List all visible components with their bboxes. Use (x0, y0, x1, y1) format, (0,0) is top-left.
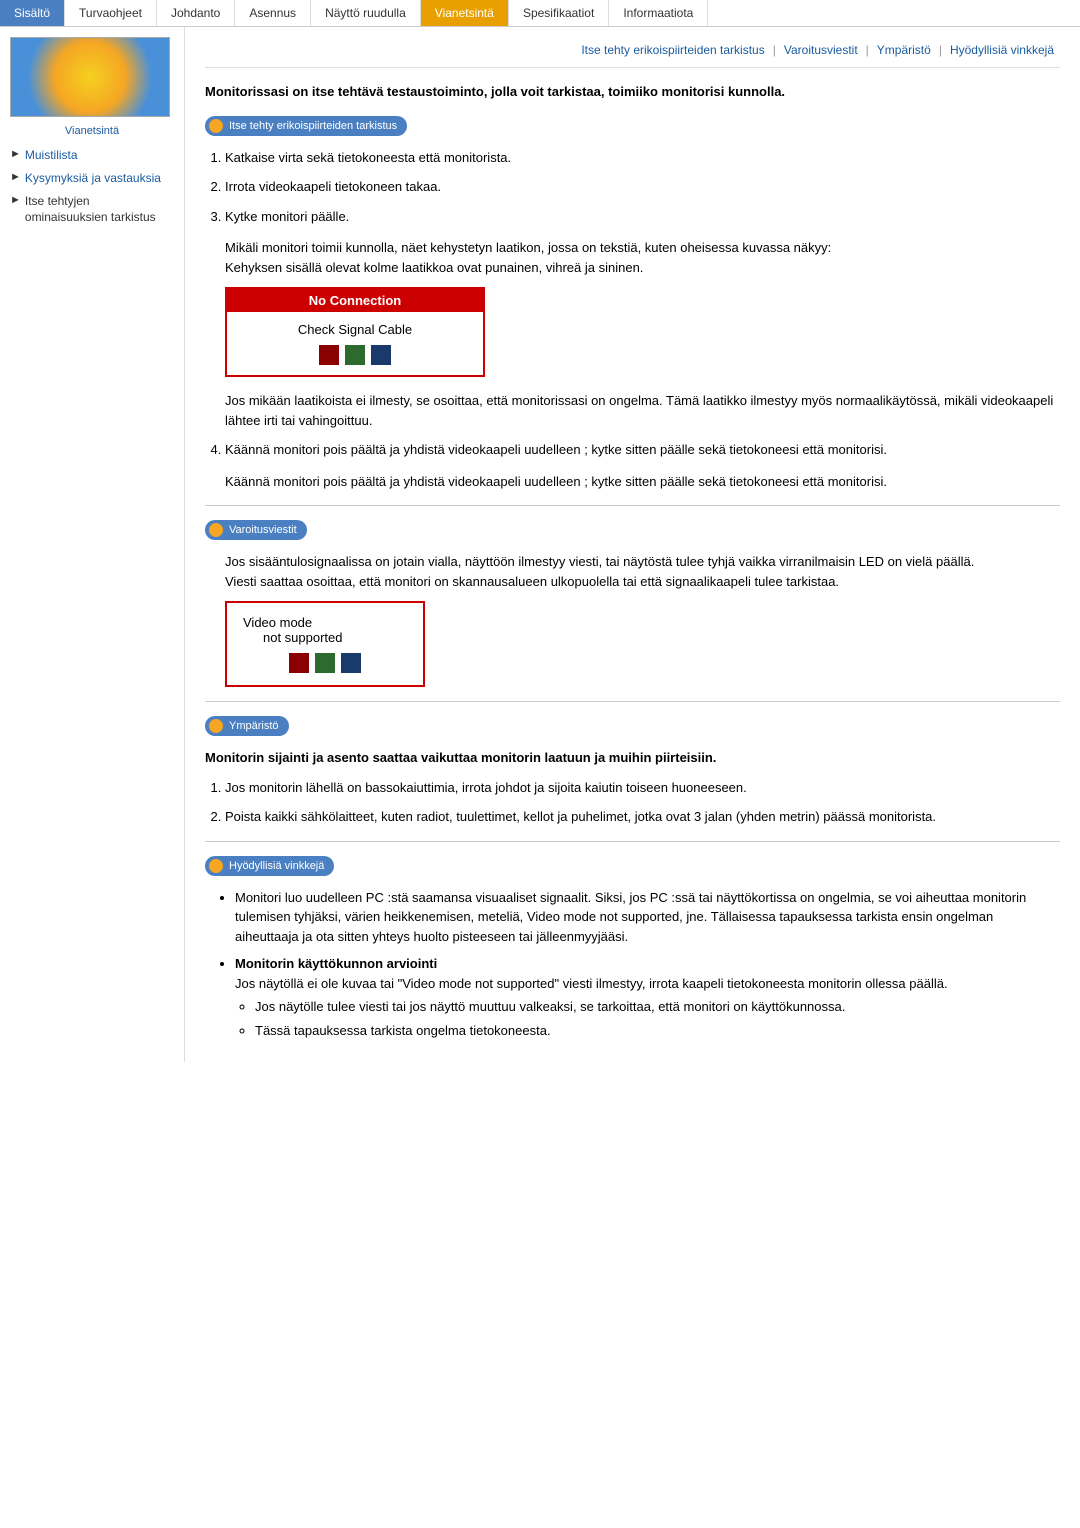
main-content: Itse tehty erikoispiirteiden tarkistus |… (185, 27, 1080, 1062)
section4-list: Monitori luo uudelleen PC :stä saamansa … (205, 888, 1060, 1041)
sidebar-thumbnail (10, 37, 170, 117)
nav-nayto-ruudulla[interactable]: Näyttö ruudulla (311, 0, 421, 26)
sidebar-arrow-icon: ► (10, 171, 21, 183)
intro-text: Monitorissasi on itse tehtävä testaustoi… (205, 82, 1060, 102)
step4-repeat: Käännä monitori pois päältä ja yhdistä v… (205, 472, 1060, 492)
divider-3 (205, 841, 1060, 842)
section4-bullet1-text: Jos näytöllä ei ole kuvaa tai "Video mod… (235, 976, 948, 991)
section4-header-label: Hyödyllisiä vinkkejä (229, 860, 324, 872)
nav-turvaohjeet[interactable]: Turvaohjeet (65, 0, 157, 26)
section2-header: Varoitusviestit (205, 520, 307, 540)
color-squares (237, 345, 473, 365)
step-2: Irrota videokaapeli tietokoneen takaa. (225, 177, 1060, 197)
divider-2 (205, 701, 1060, 702)
section3-item-0: Jos monitorin lähellä on bassokaiuttimia… (225, 778, 1060, 798)
video-mode-box: Video mode not supported (225, 601, 425, 687)
video-mode-body: Video mode not supported (227, 603, 423, 685)
video-green-square (315, 653, 335, 673)
sec-nav-link-0[interactable]: Itse tehty erikoispiirteiden tarkistus (581, 43, 764, 57)
sec-nav-link-3[interactable]: Hyödyllisiä vinkkejä (950, 43, 1054, 57)
section3-header: Ympäristö (205, 716, 289, 736)
section4-sub-item-0: Jos näytölle tulee viesti tai jos näyttö… (255, 997, 1060, 1017)
section3-header-label: Ympäristö (229, 720, 279, 732)
step3-note: Mikäli monitori toimii kunnolla, näet ke… (205, 238, 1060, 277)
section4-sub-item-1: Tässä tapauksessa tarkista ongelma tieto… (255, 1021, 1060, 1041)
check-signal-text: Check Signal Cable (237, 322, 473, 337)
nav-asennus[interactable]: Asennus (235, 0, 311, 26)
steps-list: Katkaise virta sekä tietokoneesta että m… (205, 148, 1060, 227)
nav-sisalto[interactable]: Sisältö (0, 0, 65, 26)
step-4: Käännä monitori pois päältä ja yhdistä v… (225, 440, 1060, 460)
section3-intro: Monitorin sijainti ja asento saattaa vai… (205, 748, 1060, 768)
no-connection-box: No Connection Check Signal Cable (225, 287, 485, 377)
sec-nav-link-2[interactable]: Ympäristö (877, 43, 931, 57)
nav-johdanto[interactable]: Johdanto (157, 0, 235, 26)
nav-informaatiota[interactable]: Informaatiota (609, 0, 708, 26)
sidebar-section-label: Vianetsintä (10, 125, 174, 137)
section2-dot (209, 523, 223, 537)
section3-dot (209, 719, 223, 733)
sidebar-link-text: Muistilista (25, 147, 78, 164)
sidebar-arrow-icon: ► (10, 148, 21, 160)
nav-spesifikaatiot[interactable]: Spesifikaatiot (509, 0, 609, 26)
video-red-square (289, 653, 309, 673)
sidebar-arrow-icon: ► (10, 194, 21, 206)
video-blue-square (341, 653, 361, 673)
sidebar-link-muistilista[interactable]: ► Muistilista (10, 147, 174, 164)
section1-header: Itse tehty erikoispiirteiden tarkistus (205, 116, 407, 136)
section3-item-1: Poista kaikki sähkölaitteet, kuten radio… (225, 807, 1060, 827)
green-square (345, 345, 365, 365)
section1-header-label: Itse tehty erikoispiirteiden tarkistus (229, 120, 397, 132)
no-connection-header: No Connection (227, 289, 483, 312)
divider-1 (205, 505, 1060, 506)
sidebar-link-text-active: Itse tehtyjen ominaisuuksien tarkistus (25, 193, 174, 227)
sidebar-link-itse[interactable]: ► Itse tehtyjen ominaisuuksien tarkistus (10, 193, 174, 227)
section2-text: Jos sisääntulosignaalissa on jotain vial… (205, 552, 1060, 591)
section4-header: Hyödyllisiä vinkkejä (205, 856, 334, 876)
sec-nav-link-1[interactable]: Varoitusviestit (784, 43, 858, 57)
red-square (319, 345, 339, 365)
blue-square (371, 345, 391, 365)
page-layout: Vianetsintä ► Muistilista ► Kysymyksiä j… (0, 27, 1080, 1062)
step-1: Katkaise virta sekä tietokoneesta että m… (225, 148, 1060, 168)
no-connection-note: Jos mikään laatikoista ei ilmesty, se os… (205, 391, 1060, 430)
section4-bullet1-title: Monitorin käyttökunnon arviointi (235, 956, 437, 971)
section4-sub-list: Jos näytölle tulee viesti tai jos näyttö… (235, 997, 1060, 1040)
sidebar-link-text: Kysymyksiä ja vastauksia (25, 170, 161, 187)
section4-dot (209, 859, 223, 873)
sidebar: Vianetsintä ► Muistilista ► Kysymyksiä j… (0, 27, 185, 1062)
section2-header-label: Varoitusviestit (229, 524, 297, 536)
top-nav: Sisältö Turvaohjeet Johdanto Asennus Näy… (0, 0, 1080, 27)
no-connection-body: Check Signal Cable (227, 312, 483, 375)
step-3: Kytke monitori päälle. (225, 207, 1060, 227)
video-color-squares (243, 653, 407, 673)
nav-vianetsinta[interactable]: Vianetsintä (421, 0, 509, 26)
sidebar-thumb-image (11, 38, 169, 116)
section4-bullet-0: Monitori luo uudelleen PC :stä saamansa … (235, 888, 1060, 947)
step4-list: Käännä monitori pois päältä ja yhdistä v… (205, 440, 1060, 460)
secondary-nav: Itse tehty erikoispiirteiden tarkistus |… (205, 37, 1060, 68)
section3-list: Jos monitorin lähellä on bassokaiuttimia… (205, 778, 1060, 827)
section1-dot (209, 119, 223, 133)
sidebar-link-kysymyksia[interactable]: ► Kysymyksiä ja vastauksia (10, 170, 174, 187)
video-mode-text: Video mode not supported (243, 615, 407, 645)
section4-bullet-1: Monitorin käyttökunnon arviointi Jos näy… (235, 954, 1060, 1040)
